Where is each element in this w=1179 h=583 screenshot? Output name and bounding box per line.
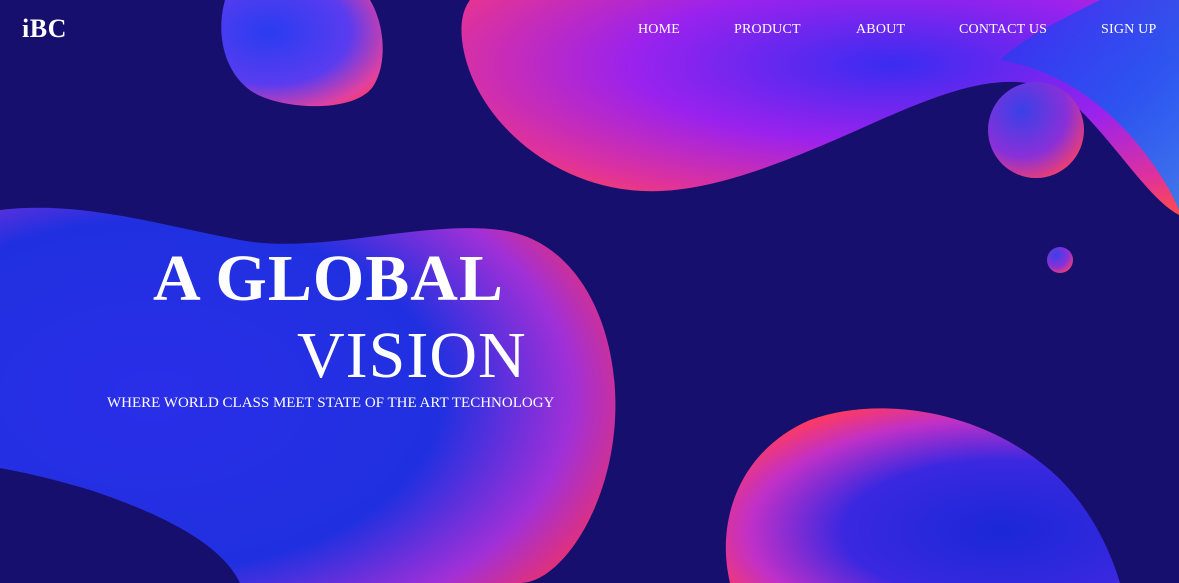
hero-subtitle: WHERE WORLD CLASS MEET STATE OF THE ART … xyxy=(107,395,555,411)
sphere-blob xyxy=(988,82,1084,178)
nav-sign-up[interactable]: SIGN UP xyxy=(1101,22,1156,38)
top-navigation: HOME PRODUCT ABOUT CONTACT US SIGN UP xyxy=(0,22,1179,42)
nav-product[interactable]: PRODUCT xyxy=(734,22,801,38)
nav-contact-us[interactable]: CONTACT US xyxy=(959,22,1047,38)
nav-about[interactable]: ABOUT xyxy=(856,22,905,38)
hero-title-line2: VISION xyxy=(297,319,527,392)
hero-title-line1: A GLOBAL xyxy=(153,242,504,315)
nav-home[interactable]: HOME xyxy=(638,22,680,38)
tiny-bubble xyxy=(1047,247,1073,273)
